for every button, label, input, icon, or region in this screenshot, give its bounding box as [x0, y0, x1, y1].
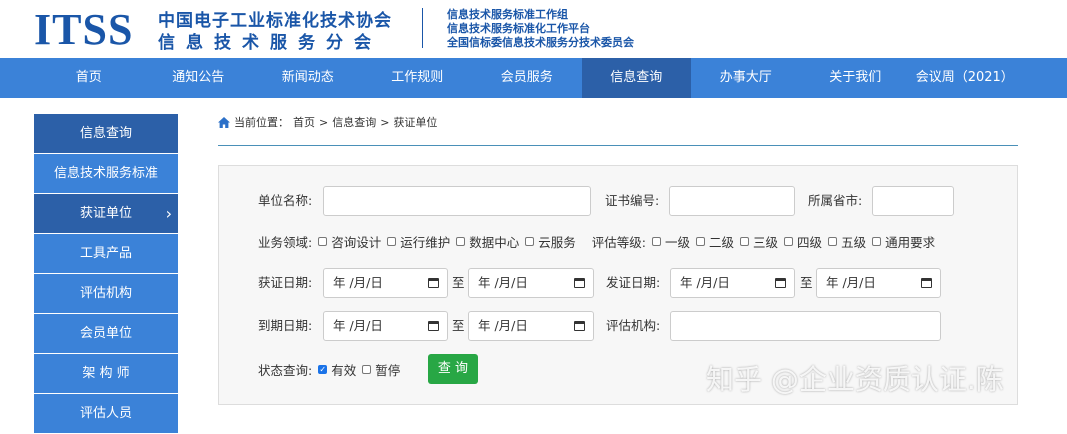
sidebar-item-agencies[interactable]: 评估机构 — [34, 274, 178, 313]
unit-name-input[interactable] — [323, 186, 591, 216]
nav-member-service[interactable]: 会员服务 — [472, 58, 582, 98]
search-button[interactable]: 查 询 — [428, 354, 478, 384]
status-row: 状态查询: ✓ 有效 暂停 — [258, 354, 400, 384]
date-placeholder: 年 /月/日 — [680, 275, 730, 290]
domain-label: 业务领域: — [258, 234, 313, 250]
checkbox-label: 运行维护 — [400, 234, 451, 250]
org-subname: 信息技术服务分会 — [158, 33, 382, 53]
divider — [218, 145, 1018, 146]
itss-logo[interactable]: ITSS — [34, 4, 133, 55]
checkbox-label: 咨询设计 — [331, 234, 382, 250]
date-placeholder: 年 /月/日 — [333, 275, 383, 290]
sidebar-item-members[interactable]: 会员单位 — [34, 314, 178, 353]
checkbox-operations[interactable] — [387, 236, 397, 246]
checkbox-label: 二级 — [709, 234, 735, 250]
cert-no-label: 证书编号: — [605, 193, 660, 208]
nav-rules[interactable]: 工作规则 — [363, 58, 473, 98]
calendar-icon[interactable] — [428, 321, 439, 331]
issue-date-from[interactable]: 年 /月/日 — [670, 268, 795, 298]
breadcrumb: 当前位置： 首页 > 信息查询 > 获证单位 — [218, 114, 437, 130]
status-label: 状态查询: — [258, 362, 313, 378]
cert-no-input[interactable] — [669, 186, 795, 216]
home-icon — [218, 116, 230, 128]
sidebar-item-certified-units[interactable]: 获证单位 › — [34, 194, 178, 233]
obtain-date-label: 获证日期: — [258, 275, 313, 290]
checkbox-label: 通用要求 — [885, 234, 936, 250]
sidebar-item-assessors[interactable]: 评估人员 — [34, 394, 178, 433]
checkbox-label: 三级 — [753, 234, 779, 250]
nav-service-hall[interactable]: 办事大厅 — [691, 58, 801, 98]
watermark: 知乎 @企业资质认证.陈 — [706, 363, 1004, 396]
province-input[interactable] — [872, 186, 954, 216]
checkbox-level-3[interactable] — [740, 236, 750, 246]
sub-line: 全国信标委信息技术服务分技术委员会 — [447, 36, 634, 49]
checkbox-level-1[interactable] — [652, 236, 661, 246]
sidebar-item-tools[interactable]: 工具产品 — [34, 234, 178, 273]
breadcrumb-home[interactable]: 首页 — [293, 114, 315, 130]
checkbox-consulting[interactable] — [318, 236, 328, 246]
checkbox-general[interactable] — [872, 236, 882, 246]
issue-date-to[interactable]: 年 /月/日 — [816, 268, 941, 298]
checkbox-label: 云服务 — [538, 234, 576, 250]
to-label: 至 — [800, 275, 813, 290]
to-label: 至 — [452, 318, 465, 333]
date-placeholder: 年 /月/日 — [826, 275, 876, 290]
nav-home[interactable]: 首页 — [34, 58, 144, 98]
breadcrumb-sep: > — [380, 115, 390, 129]
chevron-right-icon: › — [165, 204, 172, 223]
checkbox-cloud[interactable] — [525, 236, 535, 246]
breadcrumb-sep: > — [319, 115, 329, 129]
level-label: 评估等级: — [591, 234, 646, 250]
domain-row: 业务领域: 咨询设计 运行维护 数据中心 云服务 评估等级: 一级 二级 三级 … — [258, 226, 935, 256]
checkbox-label: 数据中心 — [469, 234, 520, 250]
nav-notices[interactable]: 通知公告 — [144, 58, 254, 98]
sidebar: 信息查询 信息技术服务标准 获证单位 › 工具产品 评估机构 会员单位 架 构 师… — [34, 114, 178, 434]
obtain-date-from[interactable]: 年 /月/日 — [323, 268, 448, 298]
header-divider — [422, 8, 423, 48]
province-label: 所属省市: — [808, 193, 863, 208]
agency-label: 评估机构: — [606, 318, 661, 333]
expire-date-label: 到期日期: — [258, 318, 313, 333]
calendar-icon[interactable] — [775, 278, 786, 288]
nav-news[interactable]: 新闻动态 — [253, 58, 363, 98]
checkbox-datacenter[interactable] — [456, 236, 466, 246]
checkbox-label: 五级 — [841, 234, 867, 250]
date-placeholder: 年 /月/日 — [478, 275, 528, 290]
sidebar-title: 信息查询 — [34, 114, 178, 153]
checkbox-valid[interactable]: ✓ — [318, 364, 328, 374]
checkbox-label: 四级 — [797, 234, 823, 250]
sidebar-item-standards[interactable]: 信息技术服务标准 — [34, 154, 178, 193]
checkbox-level-2[interactable] — [696, 236, 706, 246]
nav-about[interactable]: 关于我们 — [801, 58, 911, 98]
date-placeholder: 年 /月/日 — [478, 318, 528, 333]
breadcrumb-current: 获证单位 — [393, 116, 438, 129]
issue-date-label: 发证日期: — [606, 275, 661, 290]
expire-date-to[interactable]: 年 /月/日 — [468, 311, 594, 341]
agency-input[interactable] — [670, 311, 941, 341]
obtain-date-to[interactable]: 年 /月/日 — [468, 268, 594, 298]
to-label: 至 — [452, 275, 465, 290]
checkbox-label: 暂停 — [375, 362, 401, 378]
calendar-icon[interactable] — [428, 278, 439, 288]
nav-conference-week[interactable]: 会议周（2021） — [910, 58, 1020, 98]
main-nav: 首页 通知公告 新闻动态 工作规则 会员服务 信息查询 办事大厅 关于我们 会议… — [0, 58, 1067, 98]
checkbox-suspended[interactable] — [362, 364, 372, 374]
unit-name-label: 单位名称: — [258, 193, 313, 208]
checkbox-label: 一级 — [665, 234, 691, 250]
expire-date-from[interactable]: 年 /月/日 — [323, 311, 448, 341]
calendar-icon[interactable] — [574, 278, 585, 288]
nav-info-query[interactable]: 信息查询 — [581, 58, 691, 98]
date-placeholder: 年 /月/日 — [333, 318, 383, 333]
calendar-icon[interactable] — [574, 321, 585, 331]
checkbox-level-4[interactable] — [784, 236, 794, 246]
breadcrumb-info-query[interactable]: 信息查询 — [332, 114, 376, 130]
breadcrumb-prefix: 当前位置： — [234, 116, 289, 129]
checkbox-level-5[interactable] — [828, 236, 838, 246]
sidebar-item-label: 获证单位 — [79, 206, 132, 221]
calendar-icon[interactable] — [921, 278, 932, 288]
sidebar-item-architects[interactable]: 架 构 师 — [34, 354, 178, 393]
checkbox-label: 有效 — [331, 362, 357, 378]
